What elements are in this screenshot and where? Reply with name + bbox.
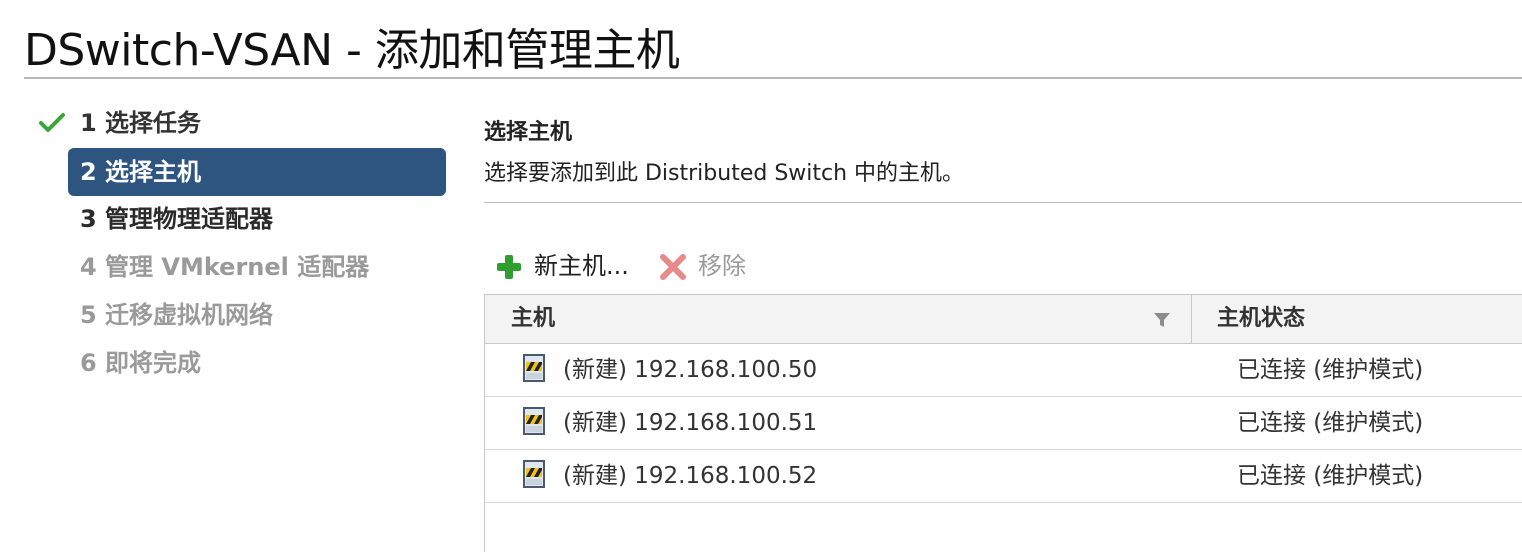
column-header-host-status[interactable]: 主机状态: [1217, 295, 1305, 343]
column-header-host[interactable]: 主机: [511, 295, 555, 343]
x-icon: [660, 254, 686, 280]
host-maintenance-icon: [523, 354, 545, 382]
host-name: (新建) 192.168.100.50: [563, 357, 818, 383]
host-maintenance-icon: [523, 407, 545, 435]
wizard-step-ready-to-complete: 6 即将完成: [80, 349, 202, 377]
hosts-grid: 主机 主机状态 (新建) 192.168.100.50 已连接 (维护模式) (…: [484, 294, 1522, 552]
plus-icon: [497, 255, 521, 279]
wizard-step-manage-vmkernel-adapters: 4 管理 VMkernel 适配器: [80, 253, 370, 281]
host-name: (新建) 192.168.100.51: [563, 410, 818, 436]
add-manage-hosts-wizard: DSwitch-VSAN - 添加和管理主机 1 选择任务 2 选择主机 3 管…: [0, 0, 1522, 552]
host-status: 已连接 (维护模式): [1237, 463, 1424, 489]
page-title: DSwitch-VSAN - 添加和管理主机: [24, 25, 680, 76]
host-maintenance-icon: [523, 460, 545, 488]
table-row[interactable]: (新建) 192.168.100.52 已连接 (维护模式): [485, 450, 1522, 503]
wizard-step-migrate-vm-networking: 5 迁移虚拟机网络: [80, 301, 274, 329]
remove-label: 移除: [698, 252, 746, 280]
wizard-step-select-task[interactable]: 1 选择任务: [68, 99, 446, 147]
title-divider: [24, 77, 1522, 79]
host-status: 已连接 (维护模式): [1237, 357, 1424, 383]
filter-icon[interactable]: [1153, 312, 1171, 328]
wizard-step-select-hosts[interactable]: 2 选择主机: [68, 148, 446, 196]
section-heading: 选择主机: [484, 120, 573, 145]
checkmark-icon: [39, 113, 65, 132]
wizard-step-manage-physical-adapters[interactable]: 3 管理物理适配器: [68, 195, 446, 243]
section-divider: [484, 202, 1522, 203]
table-row[interactable]: (新建) 192.168.100.51 已连接 (维护模式): [485, 397, 1522, 450]
table-row[interactable]: (新建) 192.168.100.50 已连接 (维护模式): [485, 344, 1522, 397]
host-name: (新建) 192.168.100.52: [563, 463, 818, 489]
column-divider[interactable]: [1191, 295, 1192, 343]
grid-header: 主机 主机状态: [485, 295, 1522, 344]
section-description: 选择要添加到此 Distributed Switch 中的主机。: [484, 161, 965, 186]
new-host-label: 新主机...: [534, 252, 629, 280]
host-status: 已连接 (维护模式): [1237, 410, 1424, 436]
